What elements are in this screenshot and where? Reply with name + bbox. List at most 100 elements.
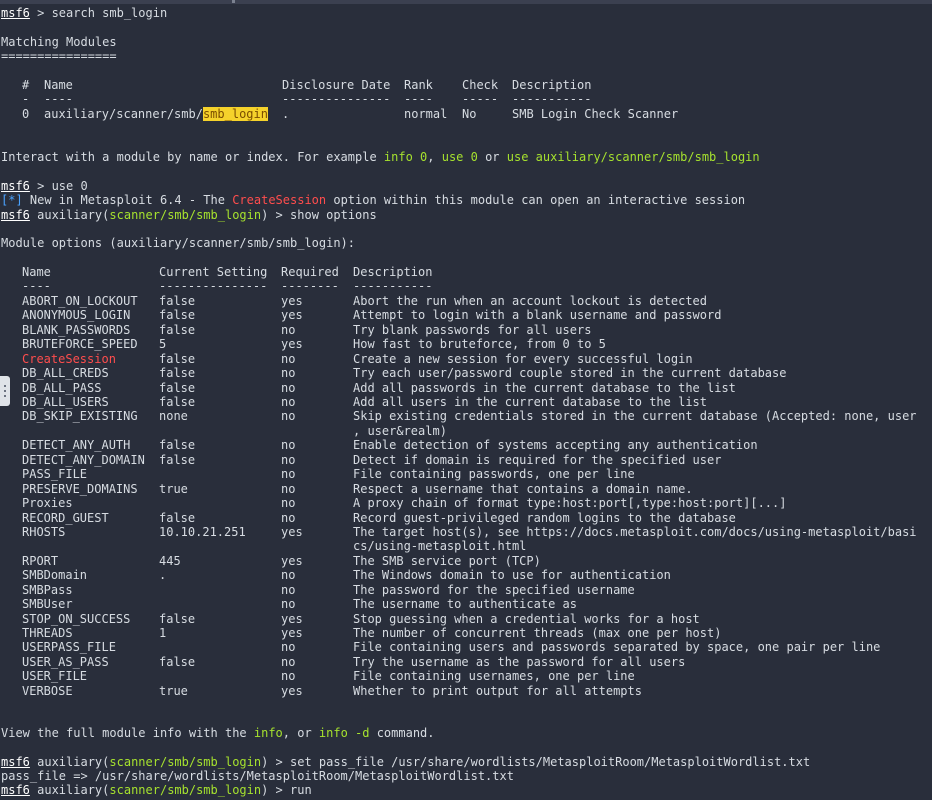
prompt-aux-open: auxiliary( [29,783,110,797]
option-name: CreateSession [22,351,116,366]
option-required: yes [281,553,303,568]
option-desc: File containing passwords, one per line [353,467,635,482]
option-row: SMBDomain. no The Windows domain to use fo… [0,568,932,582]
option-desc-continued: cs/using-metasploit.html [353,539,527,554]
option-desc: Detect if domain is required for the spe… [353,452,722,467]
option-desc: Try blank passwords for all users [353,322,592,337]
option-row: USER_AS_PASS false no Try the username as t… [0,655,932,669]
option-name: SMBDomain [22,568,88,583]
option-desc: Abort the run when an account lockout is… [353,294,708,308]
option-setting: 5 [159,337,167,352]
dash-num: - [22,92,30,106]
view-mid: , or [282,726,319,740]
option-name: USERPASS_FILE [22,640,116,655]
option-desc: Try each user/password couple stored in … [353,366,787,381]
option-required: no [281,496,296,510]
option-name: RPORT [22,553,59,568]
option-desc: Create a new session for every successfu… [353,351,693,366]
option-required: no [281,654,296,669]
view-info-command: info [253,726,283,740]
result-rank: normal [404,107,448,121]
option-setting: true [159,683,188,698]
result-description: SMB Login Check Scanner [512,107,679,121]
option-name: BLANK_PASSWORDS [22,322,131,337]
command-text: set pass_file /usr/share/wordlists/Metas… [290,755,811,769]
result-check: No [462,107,477,121]
option-row: THREADS 1 yes The number of concurrent thre… [0,626,932,640]
option-setting: false [159,366,196,381]
matching-modules-underline: ================ [1,49,117,63]
option-desc: File containing usernames, one per line [353,669,635,684]
interact-use-full-example: use auxiliary/scanner/smb/smb_login [506,150,760,164]
view-info-hint: View the full module info with the info,… [1,726,435,740]
option-setting: . [159,568,167,583]
option-required: yes [281,524,303,539]
option-required: no [281,597,296,611]
drag-handle-icon[interactable] [0,376,10,406]
opt-dash-required: -------- [281,279,339,293]
interact-hint: Interact with a module by name or index.… [1,150,760,164]
option-required: yes [281,611,303,626]
notice-rest: option within this module can open an in… [326,193,746,207]
header-check: Check [462,78,499,92]
use-command-line: msf6 > use 0 [1,179,88,193]
option-row: SMBUser no The username to authenticate as [0,597,932,611]
opt-dash-setting: --------------- [159,279,268,293]
option-row: ABORT_ON_LOCKOUT false yes Abort the run wh… [0,294,932,308]
option-setting: false [159,380,196,395]
option-row: DB_ALL_PASS false no Add all passwords in t… [0,381,932,395]
header-date: Disclosure Date [282,78,391,92]
option-row: BLANK_PASSWORDS false no Try blank password… [0,323,932,337]
prompt-name: msf6 [1,179,30,193]
option-row: RPORT 445 yes The SMB service port (TCP) [0,554,932,568]
option-desc-continued: , user&realm) [353,423,447,438]
dash-name: ---- [44,92,73,106]
opt-header-name: Name [22,265,51,279]
option-setting: 1 [159,625,167,640]
interact-use-example: use 0 [441,150,478,164]
result-num: 0 [22,107,30,121]
option-required: no [281,351,296,366]
options-table-dashes: ---- --------------- -------- ----------… [0,279,932,293]
option-name: USER_FILE [22,669,88,684]
option-row: CreateSession false no Create a new session… [0,352,932,366]
option-row: PRESERVE_DOMAINS true no Respect a username… [0,482,932,496]
command-text: show options [290,208,377,222]
option-row: VERBOSE true yes Whether to print output fo… [0,684,932,698]
option-desc: How fast to bruteforce, from 0 to 5 [353,337,606,352]
option-name: SMBPass [22,582,73,597]
option-desc: The username to authenticate as [353,597,577,611]
terminal-output[interactable]: msf6 > search smb_login Matching Modules… [0,0,932,800]
option-desc: Attempt to login with a blank username a… [353,308,722,323]
prompt-aux-open: auxiliary( [29,208,110,222]
notice-tag: [*] [1,193,23,207]
opt-dash-description: ----------- [353,279,433,293]
view-prefix: View the full module info with the [1,726,254,740]
option-desc: Add all passwords in the current databas… [353,380,736,395]
option-required: no [281,669,296,684]
set-command-line: msf6 auxiliary(scanner/smb/smb_login) > … [1,755,810,769]
opt-dash-name: ---- [22,279,51,293]
dash-description: ----------- [512,92,592,106]
option-desc: File containing users and passwords sepa… [353,640,881,655]
notice-option: CreateSession [232,193,327,207]
view-suffix: command. [369,726,435,740]
search-match-highlight: smb_login [202,107,268,121]
result-date: . [282,107,290,121]
prompt-module: scanner/smb/smb_login [109,208,262,222]
interact-prefix: Interact with a module by name or index.… [1,150,384,164]
options-title: Module options (auxiliary/scanner/smb/sm… [1,236,356,250]
option-required: yes [281,294,303,308]
option-row: STOP_ON_SUCCESS false yes Stop guessing whe… [0,612,932,626]
option-name: USER_AS_PASS [22,654,109,669]
dash-rank: ---- [404,92,433,106]
option-name: DETECT_ANY_AUTH [22,438,131,453]
option-setting: false [159,294,196,308]
prompt-aux-close: ) > [261,783,291,797]
run-command-line[interactable]: msf6 auxiliary(scanner/smb/smb_login) > … [1,783,312,797]
result-name-prefix: auxiliary/scanner/smb/ [44,107,203,121]
option-desc: Enable detection of systems accepting an… [353,438,758,453]
option-desc: Try the username as the password for all… [353,654,686,669]
search-result-row[interactable]: 0 auxiliary/scanner/smb/smb_login . norm… [0,107,932,121]
header-name: Name [44,78,73,92]
